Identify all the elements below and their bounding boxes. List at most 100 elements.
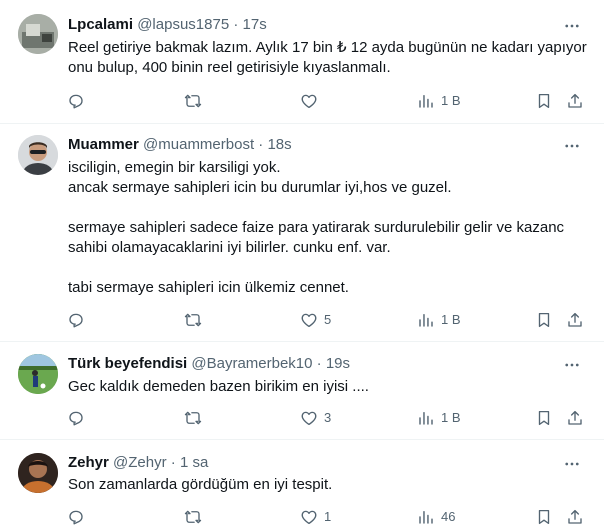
tweet-line: ancak sermaye sahipleri icin bu durumlar… bbox=[68, 179, 452, 196]
avatar[interactable] bbox=[18, 135, 58, 175]
tweet-line: Reel getiriye bakmak lazım. Aylık 17 bin… bbox=[68, 39, 587, 56]
author-name[interactable]: Lpcalami bbox=[68, 16, 133, 33]
like-count: 3 bbox=[324, 410, 332, 425]
separator-dot: · bbox=[233, 16, 239, 33]
share-button[interactable] bbox=[566, 309, 584, 331]
like-count: 5 bbox=[324, 312, 332, 327]
views-button[interactable]: 1 B bbox=[417, 90, 461, 112]
tweet-header: Muammer @muammerbost · 18s bbox=[68, 135, 292, 155]
tweet-4[interactable]: Zehyr @Zehyr · 1 sa Son zamanlarda gördü… bbox=[0, 440, 604, 528]
tweet-line: tabi sermaye sahipleri icin ülkemiz cenn… bbox=[68, 279, 349, 296]
tweet-text: Son zamanlarda gördüğüm en iyi tespit. bbox=[68, 475, 588, 495]
like-icon bbox=[301, 510, 317, 525]
reply-button[interactable] bbox=[67, 407, 91, 429]
more-icon bbox=[565, 363, 579, 367]
reply-icon bbox=[69, 313, 83, 328]
share-button[interactable] bbox=[566, 506, 584, 528]
view-count: 1 B bbox=[441, 93, 461, 108]
retweet-button[interactable] bbox=[184, 506, 208, 528]
tweet-3[interactable]: Türk beyefendisi @Bayramerbek10 · 19s Ge… bbox=[0, 342, 604, 440]
bookmark-button[interactable] bbox=[535, 90, 553, 112]
action-bar: 3 1 B bbox=[0, 407, 604, 429]
bookmark-button[interactable] bbox=[535, 506, 553, 528]
share-icon bbox=[568, 93, 582, 108]
more-options-button[interactable] bbox=[562, 454, 582, 474]
views-button[interactable]: 46 bbox=[417, 506, 455, 528]
more-icon bbox=[565, 462, 579, 466]
bookmark-icon bbox=[538, 312, 550, 328]
timestamp[interactable]: 17s bbox=[243, 16, 267, 33]
more-options-button[interactable] bbox=[562, 355, 582, 375]
author-name[interactable]: Zehyr bbox=[68, 454, 109, 471]
avatar-image bbox=[18, 453, 58, 493]
action-bar: 1 B bbox=[0, 90, 604, 112]
tweet-header: Zehyr @Zehyr · 1 sa bbox=[68, 453, 208, 473]
reply-button[interactable] bbox=[67, 309, 91, 331]
author-name[interactable]: Muammer bbox=[68, 136, 139, 153]
separator-dot: · bbox=[170, 454, 176, 471]
like-button[interactable] bbox=[300, 90, 324, 112]
more-options-button[interactable] bbox=[562, 16, 582, 36]
tweet-line: onu bulup, 400 binin reel getirisiyle kı… bbox=[68, 59, 391, 76]
view-count: 1 B bbox=[441, 312, 461, 327]
retweet-button[interactable] bbox=[184, 407, 208, 429]
action-bar: 5 1 B bbox=[0, 309, 604, 331]
views-icon bbox=[419, 412, 433, 425]
author-handle[interactable]: @Bayramerbek10 bbox=[191, 355, 312, 372]
retweet-icon bbox=[184, 411, 202, 425]
avatar[interactable] bbox=[18, 14, 58, 54]
tweet-feed: Lpcalami @lapsus1875 · 17s Reel getiriye… bbox=[0, 0, 604, 528]
timestamp[interactable]: 18s bbox=[267, 136, 291, 153]
bookmark-icon bbox=[538, 410, 550, 426]
avatar-image bbox=[18, 14, 58, 54]
reply-button[interactable] bbox=[67, 506, 91, 528]
tweet-text: isciligin, emegin bir karsiligi yok. anc… bbox=[68, 158, 588, 298]
share-button[interactable] bbox=[566, 407, 584, 429]
bookmark-icon bbox=[538, 93, 550, 109]
timestamp[interactable]: 19s bbox=[326, 355, 350, 372]
reply-button[interactable] bbox=[67, 90, 91, 112]
view-count: 46 bbox=[441, 509, 456, 524]
more-options-button[interactable] bbox=[562, 136, 582, 156]
avatar-image bbox=[18, 135, 58, 175]
views-button[interactable]: 1 B bbox=[417, 407, 461, 429]
avatar[interactable] bbox=[18, 453, 58, 493]
tweet-text: Gec kaldık demeden bazen birikim en iyis… bbox=[68, 377, 588, 397]
retweet-icon bbox=[184, 313, 202, 327]
like-icon bbox=[301, 313, 317, 328]
tweet-1[interactable]: Lpcalami @lapsus1875 · 17s Reel getiriye… bbox=[0, 0, 604, 124]
views-icon bbox=[419, 314, 433, 327]
like-button[interactable]: 3 bbox=[300, 407, 331, 429]
avatar[interactable] bbox=[18, 354, 58, 394]
like-count: 1 bbox=[324, 509, 332, 524]
like-button[interactable]: 5 bbox=[300, 309, 331, 331]
bookmark-button[interactable] bbox=[535, 407, 553, 429]
reply-icon bbox=[69, 411, 83, 426]
like-button[interactable]: 1 bbox=[300, 506, 331, 528]
retweet-icon bbox=[184, 94, 202, 108]
tweet-text: Reel getiriye bakmak lazım. Aylık 17 bin… bbox=[68, 38, 588, 78]
retweet-button[interactable] bbox=[184, 90, 208, 112]
author-name[interactable]: Türk beyefendisi bbox=[68, 355, 187, 372]
tweet-header: Türk beyefendisi @Bayramerbek10 · 19s bbox=[68, 354, 350, 374]
share-icon bbox=[568, 312, 582, 327]
share-button[interactable] bbox=[566, 90, 584, 112]
retweet-button[interactable] bbox=[184, 309, 208, 331]
author-handle[interactable]: @lapsus1875 bbox=[137, 16, 229, 33]
reply-icon bbox=[69, 94, 83, 109]
tweet-line: Gec kaldık demeden bazen birikim en iyis… bbox=[68, 378, 369, 395]
separator-dot: · bbox=[258, 136, 264, 153]
timestamp[interactable]: 1 sa bbox=[180, 454, 208, 471]
bookmark-icon bbox=[538, 509, 550, 525]
tweet-line: sermaye sahipleri sadece faize para yati… bbox=[68, 219, 565, 236]
views-icon bbox=[419, 511, 433, 524]
author-handle[interactable]: @muammerbost bbox=[143, 136, 254, 153]
views-button[interactable]: 1 B bbox=[417, 309, 461, 331]
author-handle[interactable]: @Zehyr bbox=[113, 454, 167, 471]
tweet-2[interactable]: Muammer @muammerbost · 18s isciligin, em… bbox=[0, 124, 604, 342]
like-icon bbox=[301, 94, 317, 109]
bookmark-button[interactable] bbox=[535, 309, 553, 331]
reply-icon bbox=[69, 510, 83, 525]
tweet-header: Lpcalami @lapsus1875 · 17s bbox=[68, 15, 267, 35]
more-icon bbox=[565, 24, 579, 28]
